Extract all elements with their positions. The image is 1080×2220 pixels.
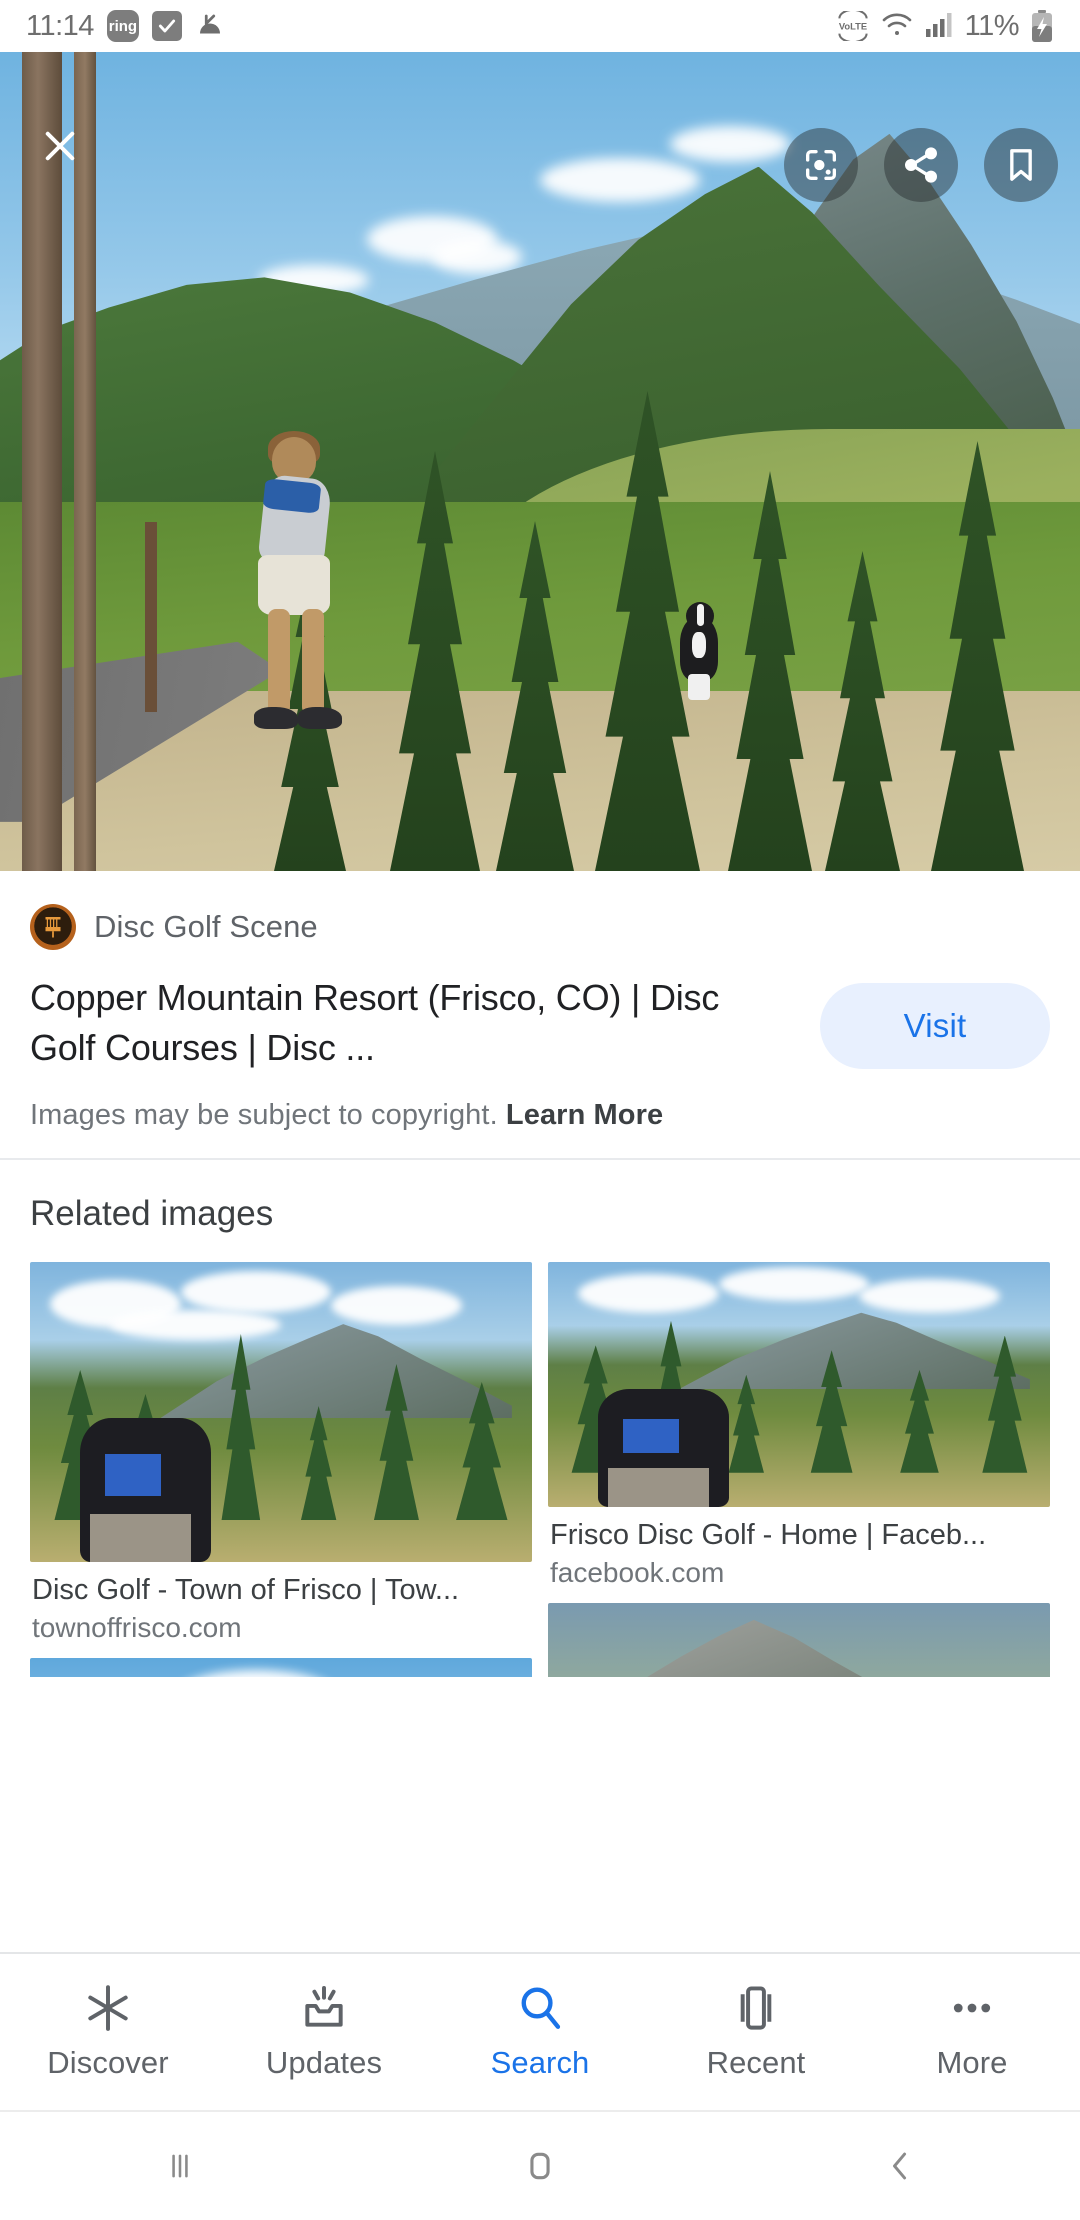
nav-label: Discover [47, 2045, 169, 2080]
related-title: Disc Golf - Town of Frisco | Tow... [32, 1574, 460, 1606]
source-name: Disc Golf Scene [94, 909, 318, 944]
related-images-heading: Related images [30, 1194, 274, 1233]
copyright-text: Images may be subject to copyright. [30, 1099, 498, 1131]
wifi-icon [881, 9, 913, 44]
svg-text:VoLTE: VoLTE [839, 21, 867, 31]
visit-button[interactable]: Visit [820, 983, 1050, 1069]
result-info: Disc Golf Scene Visit Copper Mountain Re… [0, 871, 1080, 1158]
close-icon[interactable] [26, 112, 94, 180]
back-icon[interactable] [878, 2144, 922, 2188]
related-domain: facebook.com [550, 1557, 725, 1588]
related-thumbnail [30, 1262, 532, 1562]
system-navigation-bar [0, 2110, 1080, 2220]
nav-label: Recent [706, 2045, 806, 2080]
page-title[interactable]: Copper Mountain Resort (Frisco, CO) | Di… [30, 973, 750, 1073]
battery-percent: 11% [964, 9, 1020, 42]
status-bar-left: 11:14 ring [26, 10, 225, 43]
status-time: 11:14 [26, 9, 94, 42]
ring-app-icon: ring [106, 10, 139, 42]
related-column-right: Frisco Disc Golf - Home | Faceb... faceb… [548, 1262, 1050, 1677]
status-bar-right: VoLTE 11% [836, 9, 1054, 44]
related-caption: Frisco Disc Golf - Home | Faceb... faceb… [548, 1507, 1050, 1589]
hero-image[interactable] [0, 52, 1080, 871]
related-title: Frisco Disc Golf - Home | Faceb... [550, 1519, 987, 1551]
related-image-card[interactable]: Disc Golf - Town of Frisco | Tow... town… [30, 1262, 532, 1644]
cell-signal-icon [924, 9, 954, 44]
check-badge-icon [151, 11, 182, 41]
related-caption: Disc Golf - Town of Frisco | Tow... town… [30, 1562, 532, 1644]
learn-more-link[interactable]: Learn More [506, 1099, 663, 1131]
related-image-card[interactable]: Frisco Disc Golf - Home | Faceb... faceb… [548, 1262, 1050, 1589]
nav-label: Search [490, 2045, 590, 2080]
related-column-left: Disc Golf - Town of Frisco | Tow... town… [30, 1262, 532, 1677]
source-row[interactable]: Disc Golf Scene [30, 903, 1050, 951]
related-images-grid: Disc Golf - Town of Frisco | Tow... town… [30, 1262, 1050, 1677]
related-thumbnail [548, 1262, 1050, 1507]
phone-screen: 11:14 ring VoLTE 11% Disc Golf Scene Vis… [0, 0, 1080, 2220]
related-image-card[interactable] [548, 1603, 1050, 1677]
status-bar: 11:14 ring VoLTE 11% [0, 0, 1080, 52]
related-thumbnail [548, 1603, 1050, 1677]
nav-item-discover[interactable]: Discover [8, 1983, 208, 2081]
battery-charging-icon [1030, 10, 1054, 42]
related-domain: townoffrisco.com [32, 1612, 242, 1643]
nav-label: Updates [265, 2045, 383, 2080]
call-mute-icon [195, 11, 225, 41]
disc-golf-basket-icon [30, 904, 76, 950]
bottom-navigation-bar: Discover Updates Search Recent More [0, 1952, 1080, 2110]
volte-icon: VoLTE [836, 11, 870, 41]
inbox-updates-icon [299, 1983, 349, 2033]
recent-tabs-icon [731, 1983, 781, 2033]
recents-icon[interactable] [158, 2144, 202, 2188]
search-icon [515, 1983, 565, 2033]
home-icon[interactable] [518, 2144, 562, 2188]
related-image-card[interactable] [30, 1658, 532, 1677]
nav-item-recent[interactable]: Recent [656, 1983, 856, 2081]
copyright-notice: Images may be subject to copyright. Lear… [30, 1099, 1050, 1132]
hero-overlay-controls [0, 52, 1080, 871]
asterisk-icon [83, 1983, 133, 2033]
google-lens-icon[interactable] [784, 128, 858, 202]
more-dots-icon [947, 1983, 997, 2033]
nav-item-updates[interactable]: Updates [224, 1983, 424, 2081]
nav-item-more[interactable]: More [872, 1983, 1072, 2081]
nav-label: More [936, 2045, 1008, 2080]
related-images-section: Related images Disc Golf - Town of Frisc… [0, 1160, 1080, 1677]
bookmark-icon[interactable] [984, 128, 1058, 202]
nav-item-search[interactable]: Search [440, 1983, 640, 2081]
related-thumbnail [30, 1658, 532, 1677]
share-icon[interactable] [884, 128, 958, 202]
